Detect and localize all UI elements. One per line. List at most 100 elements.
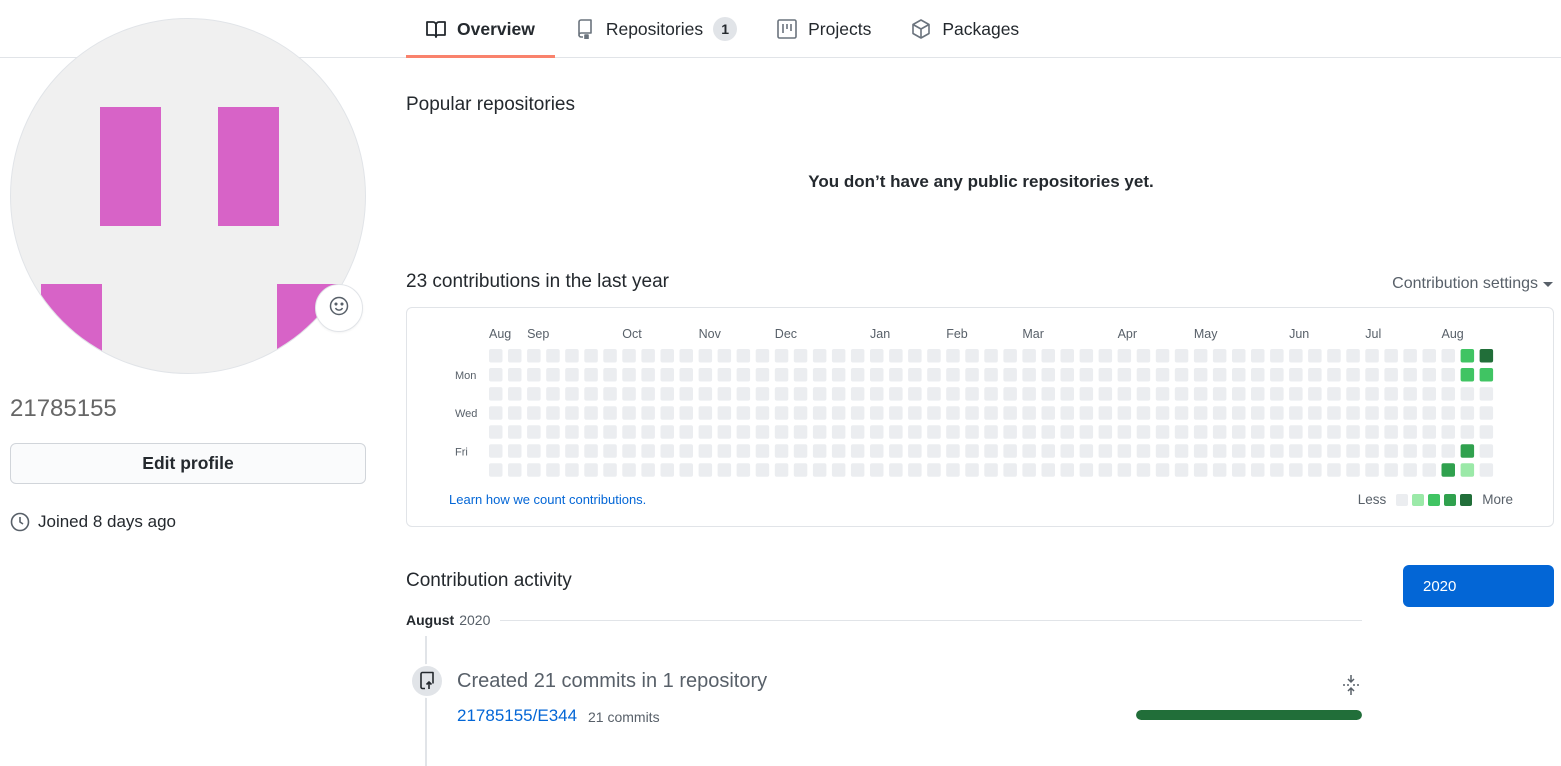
contribution-day[interactable] <box>717 406 732 420</box>
contribution-day[interactable] <box>1441 406 1456 420</box>
contribution-day[interactable] <box>1346 463 1360 477</box>
contribution-day[interactable] <box>870 463 884 477</box>
contribution-day[interactable] <box>1384 368 1398 382</box>
contribution-day[interactable] <box>1422 368 1437 382</box>
contribution-day[interactable] <box>1270 387 1284 401</box>
contribution-day[interactable] <box>831 387 846 401</box>
contribution-day[interactable] <box>717 349 732 363</box>
contribution-day[interactable] <box>527 387 541 401</box>
contribution-day[interactable] <box>1098 349 1113 363</box>
contribution-day[interactable] <box>1308 425 1322 439</box>
contribution-day[interactable] <box>1136 349 1151 363</box>
contribution-day[interactable] <box>1079 444 1094 458</box>
contribution-day[interactable] <box>1251 349 1265 363</box>
contribution-day[interactable] <box>546 349 560 363</box>
contribution-day[interactable] <box>1365 425 1379 439</box>
contribution-day[interactable] <box>1384 425 1398 439</box>
contribution-day[interactable] <box>1193 425 1208 439</box>
contribution-day[interactable] <box>1174 349 1189 363</box>
contribution-day[interactable] <box>831 406 846 420</box>
contribution-day[interactable] <box>1441 349 1456 363</box>
contribution-day[interactable] <box>622 387 636 401</box>
contribution-day[interactable] <box>1193 406 1208 420</box>
contribution-day[interactable] <box>508 463 522 477</box>
contribution-day[interactable] <box>1270 406 1284 420</box>
contribution-day[interactable] <box>755 463 770 477</box>
contribution-settings-dropdown[interactable]: Contribution settings <box>1392 275 1553 293</box>
contribution-day[interactable] <box>1422 387 1437 401</box>
contribution-day[interactable] <box>1460 349 1475 363</box>
contribution-day[interactable] <box>984 387 998 401</box>
contribution-day[interactable] <box>1079 425 1094 439</box>
contribution-day[interactable] <box>831 349 846 363</box>
contribution-day[interactable] <box>1079 387 1094 401</box>
contribution-day[interactable] <box>698 387 713 401</box>
contribution-day[interactable] <box>1022 425 1036 439</box>
contribution-day[interactable] <box>1022 406 1036 420</box>
contribution-day[interactable] <box>1136 444 1151 458</box>
contribution-day[interactable] <box>1479 463 1494 477</box>
contribution-day[interactable] <box>946 406 960 420</box>
contribution-day[interactable] <box>984 349 998 363</box>
contribution-day[interactable] <box>1346 349 1360 363</box>
contribution-day[interactable] <box>1308 406 1322 420</box>
contribution-day[interactable] <box>1098 387 1113 401</box>
contribution-day[interactable] <box>812 387 827 401</box>
tab-overview[interactable]: Overview <box>406 0 555 58</box>
contribution-day[interactable] <box>603 387 617 401</box>
contribution-day[interactable] <box>889 349 903 363</box>
contribution-day[interactable] <box>755 387 770 401</box>
contribution-day[interactable] <box>679 387 694 401</box>
contribution-day[interactable] <box>679 406 694 420</box>
avatar[interactable] <box>10 18 366 374</box>
contribution-day[interactable] <box>1289 406 1303 420</box>
contribution-day[interactable] <box>812 368 827 382</box>
contribution-day[interactable] <box>908 406 922 420</box>
contribution-day[interactable] <box>1308 368 1322 382</box>
contribution-day[interactable] <box>1117 463 1132 477</box>
contribution-day[interactable] <box>1174 463 1189 477</box>
contribution-day[interactable] <box>1041 425 1056 439</box>
contribution-day[interactable] <box>1365 406 1379 420</box>
contribution-day[interactable] <box>1479 425 1494 439</box>
contribution-day[interactable] <box>1060 406 1075 420</box>
contribution-day[interactable] <box>489 368 503 382</box>
contribution-day[interactable] <box>1384 349 1398 363</box>
contribution-day[interactable] <box>812 444 827 458</box>
contribution-day[interactable] <box>1289 349 1303 363</box>
contribution-day[interactable] <box>565 406 579 420</box>
contribution-day[interactable] <box>984 425 998 439</box>
contribution-day[interactable] <box>1098 444 1113 458</box>
contribution-day[interactable] <box>1212 368 1227 382</box>
contribution-day[interactable] <box>850 349 865 363</box>
contribution-day[interactable] <box>527 406 541 420</box>
contribution-day[interactable] <box>984 368 998 382</box>
contribution-day[interactable] <box>774 406 789 420</box>
contribution-day[interactable] <box>984 406 998 420</box>
contribution-day[interactable] <box>1327 463 1341 477</box>
contribution-day[interactable] <box>870 368 884 382</box>
contribution-day[interactable] <box>641 406 655 420</box>
contribution-day[interactable] <box>908 387 922 401</box>
contribution-day[interactable] <box>698 349 713 363</box>
contribution-day[interactable] <box>1060 444 1075 458</box>
contribution-day[interactable] <box>812 425 827 439</box>
contribution-day[interactable] <box>622 406 636 420</box>
contribution-day[interactable] <box>1384 406 1398 420</box>
contribution-day[interactable] <box>1193 349 1208 363</box>
contribution-day[interactable] <box>927 425 941 439</box>
contribution-day[interactable] <box>1308 387 1322 401</box>
contribution-day[interactable] <box>508 387 522 401</box>
contribution-day[interactable] <box>622 425 636 439</box>
contribution-day[interactable] <box>831 368 846 382</box>
contribution-day[interactable] <box>1060 349 1075 363</box>
contribution-day[interactable] <box>1327 444 1341 458</box>
contribution-day[interactable] <box>1232 406 1246 420</box>
contribution-day[interactable] <box>1308 463 1322 477</box>
contribution-day[interactable] <box>1479 368 1494 382</box>
contribution-day[interactable] <box>660 406 675 420</box>
contribution-day[interactable] <box>774 368 789 382</box>
contribution-day[interactable] <box>965 463 979 477</box>
contribution-day[interactable] <box>1289 463 1303 477</box>
contribution-day[interactable] <box>1117 444 1132 458</box>
